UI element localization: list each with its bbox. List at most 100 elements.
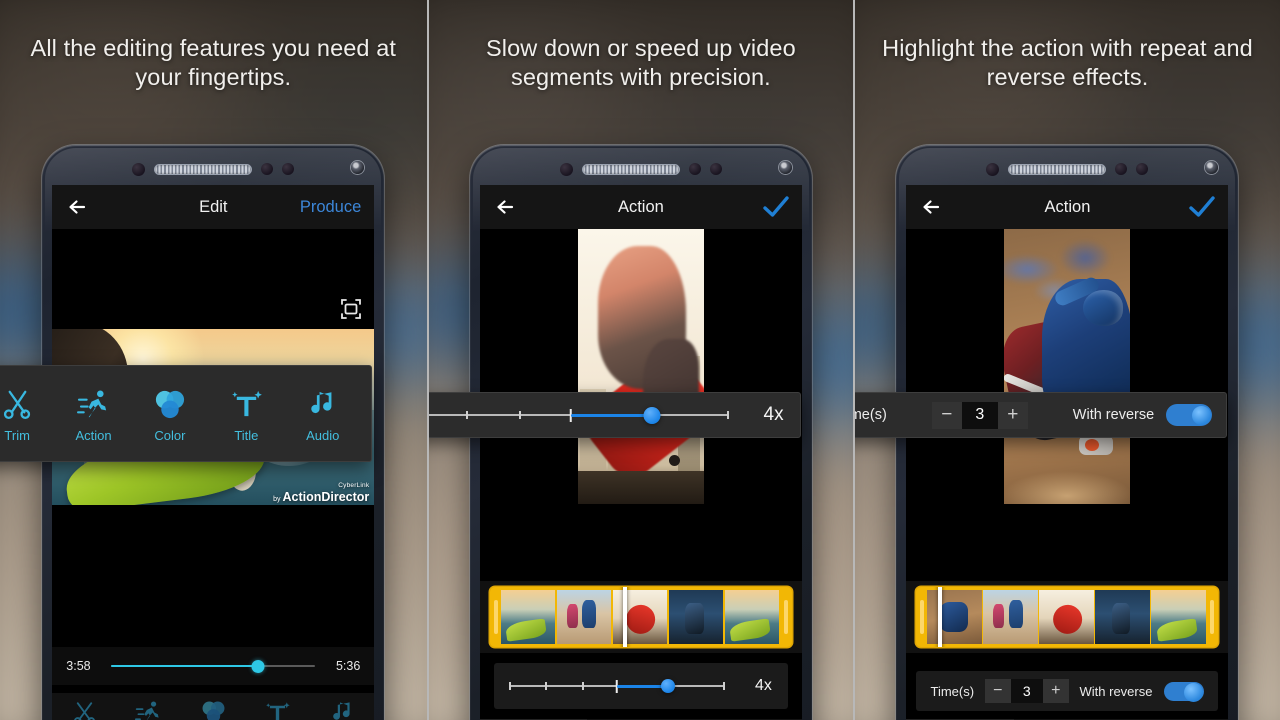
color-circles-icon — [153, 387, 186, 421]
times-value[interactable]: 3 — [961, 401, 998, 429]
time-start-label: 3:58 — [66, 659, 91, 673]
color-circles-icon — [200, 698, 227, 720]
tool-color-dim[interactable]: Color — [181, 698, 245, 720]
playhead[interactable] — [937, 587, 943, 647]
slider-tick — [726, 411, 729, 419]
tool-action-dim[interactable]: Action — [117, 698, 181, 720]
filmstrip[interactable] — [916, 587, 1219, 647]
proximity-sensor-icon — [559, 162, 573, 176]
filmstrip-thumb[interactable] — [612, 590, 668, 644]
filmstrip-thumb[interactable] — [556, 590, 612, 644]
filmstrip-thumb[interactable] — [1039, 590, 1094, 644]
tool-action[interactable]: Action — [59, 387, 129, 443]
tool-trim[interactable]: Trim — [0, 387, 52, 443]
time-slider-knob[interactable] — [251, 659, 265, 673]
speed-slider-fill — [570, 413, 653, 417]
phone-bezel-sensors-2 — [470, 161, 812, 177]
speed-slider-overlay: 4x — [428, 392, 801, 438]
times-label: Time(s) — [855, 407, 887, 423]
promo-panel-repeat: Highlight the action with repeat and rev… — [853, 0, 1280, 720]
with-reverse-label: With reverse — [1072, 407, 1155, 423]
slider-tick — [581, 682, 584, 690]
decrement-button[interactable]: − — [984, 679, 1011, 703]
slider-tick — [519, 411, 522, 419]
times-value[interactable]: 3 — [1010, 679, 1043, 703]
repeat-controls-overlay: Time(s) − 3 + With reverse — [855, 392, 1228, 438]
phone-bezel-sensors-1 — [42, 161, 384, 177]
ir-sensor-icon — [282, 163, 295, 175]
filmstrip-thumb[interactable] — [668, 590, 724, 644]
filmstrip-thumb[interactable] — [1151, 590, 1206, 644]
with-reverse-toggle[interactable] — [1166, 404, 1213, 426]
back-arrow-icon[interactable] — [919, 194, 945, 220]
tool-label: Audio — [306, 427, 340, 443]
with-reverse-toggle[interactable] — [1164, 681, 1205, 702]
time-slider[interactable] — [111, 658, 316, 674]
phone-screen-2: Action 4x — [479, 185, 802, 720]
trim-handle-left[interactable] — [920, 600, 925, 634]
increment-button[interactable]: + — [1042, 679, 1069, 703]
earpiece-speaker-icon — [154, 163, 253, 175]
decrement-button[interactable]: − — [931, 401, 962, 429]
video-preview-blank[interactable] — [52, 229, 375, 329]
light-sensor-icon — [261, 163, 274, 175]
trim-handle-left[interactable] — [493, 600, 498, 634]
panel-caption-2: Slow down or speed up video segments wit… — [486, 35, 796, 91]
back-arrow-icon[interactable] — [493, 194, 519, 220]
panel-caption-3: Highlight the action with repeat and rev… — [882, 35, 1253, 91]
increment-button[interactable]: + — [997, 401, 1028, 429]
filmstrip-thumb[interactable] — [983, 590, 1038, 644]
app-bar-2: Action — [479, 185, 802, 229]
video-preview-skateboard[interactable] — [577, 229, 704, 504]
speed-slider-knob[interactable] — [661, 679, 676, 693]
text-title-icon — [230, 387, 263, 421]
times-label-bottom: Time(s) — [930, 683, 975, 699]
checkmark-icon[interactable] — [1189, 196, 1216, 218]
video-preview-motocross[interactable] — [1004, 229, 1131, 504]
ir-sensor-icon — [709, 163, 722, 175]
watermark: CyberLink by ActionDirector — [273, 482, 369, 503]
trim-handle-right[interactable] — [783, 600, 788, 634]
phone-screen-3: Action Time(s) − 3 + With reverse — [906, 185, 1229, 720]
tool-trim-dim[interactable]: Trim — [52, 698, 116, 720]
scissors-icon — [71, 698, 98, 720]
speed-slider[interactable] — [428, 406, 729, 424]
speed-slider-knob[interactable] — [643, 406, 661, 424]
runner-icon — [77, 387, 110, 421]
slider-tick — [545, 682, 548, 690]
checkmark-icon[interactable] — [763, 196, 789, 218]
speed-slider-bottom[interactable] — [508, 677, 725, 695]
tool-audio-dim[interactable]: Audio — [310, 698, 374, 720]
proximity-sensor-icon — [132, 162, 146, 176]
tool-title-dim[interactable]: Title — [246, 698, 310, 720]
filmstrip-thumb[interactable] — [724, 590, 780, 644]
fullscreen-icon[interactable] — [339, 297, 363, 321]
proximity-sensor-icon — [986, 162, 1000, 176]
tool-color[interactable]: Color — [135, 387, 205, 443]
app-bar-1: Edit Produce — [52, 185, 375, 229]
filmstrip[interactable] — [489, 587, 792, 647]
time-slider-row: 3:58 5:36 — [52, 647, 375, 685]
time-end-label: 5:36 — [335, 659, 361, 673]
repeat-controls-bottom: Time(s) − 3 + With reverse — [916, 671, 1219, 711]
filmstrip-thumb[interactable] — [927, 590, 982, 644]
with-reverse-label: With reverse — [1079, 683, 1153, 699]
playhead[interactable] — [622, 587, 628, 647]
tool-title[interactable]: Title — [211, 387, 281, 443]
tool-audio[interactable]: Audio — [288, 387, 358, 443]
promo-panel-speed: Slow down or speed up video segments wit… — [426, 0, 854, 720]
panel-caption-1: All the editing features you need at you… — [30, 35, 397, 91]
filmstrip-thumb[interactable] — [500, 590, 556, 644]
front-camera-icon — [351, 161, 365, 174]
time-slider-fill — [111, 664, 259, 668]
trim-handle-right[interactable] — [1210, 600, 1215, 634]
back-arrow-icon[interactable] — [65, 194, 91, 220]
speed-slider-row-bottom: 4x — [493, 663, 788, 709]
filmstrip-thumb[interactable] — [1095, 590, 1150, 644]
slider-tick — [465, 411, 468, 419]
produce-button[interactable]: Produce — [300, 198, 361, 217]
speed-value: 4x — [763, 404, 784, 425]
filmstrip-area-3 — [906, 581, 1229, 653]
earpiece-speaker-icon — [1008, 163, 1107, 175]
tool-label: Title — [234, 427, 259, 443]
